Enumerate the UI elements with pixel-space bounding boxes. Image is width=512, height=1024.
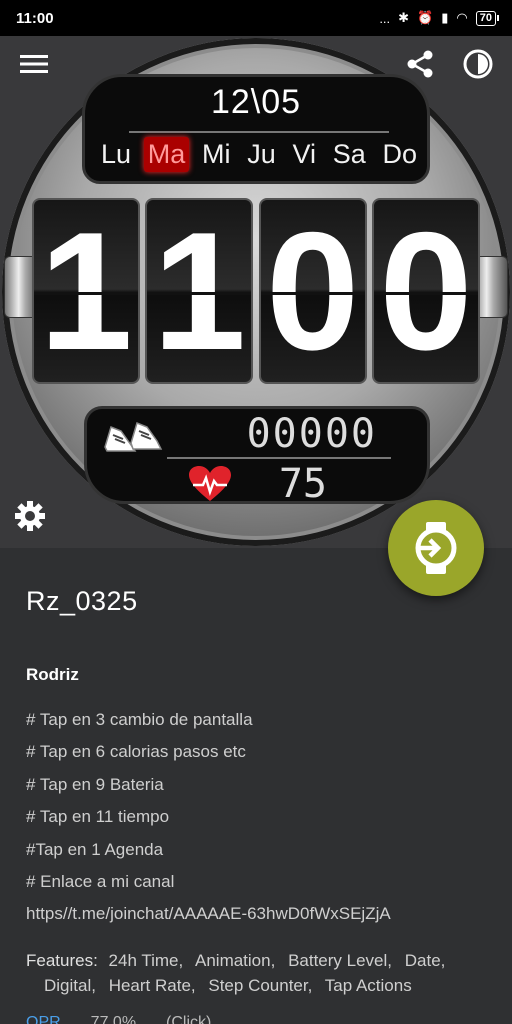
share-icon xyxy=(407,50,433,78)
weekday-row: Lu Ma Mi Ju Vi Sa Do xyxy=(97,137,421,172)
channel-link[interactable]: https//t.me/joinchat/AAAAAE-63hwD0fWxSEj… xyxy=(26,902,496,934)
feature-tag: Battery Level, xyxy=(288,951,393,970)
weekday-sa: Sa xyxy=(332,139,366,169)
weekday-ju: Ju xyxy=(247,139,276,169)
digit-text: 0 xyxy=(379,197,473,385)
status-bar: 11:00 ... ✱ ⏰ ▮ ◠ 70 xyxy=(0,0,512,36)
description-line: # Tap en 6 calorias pasos etc xyxy=(26,742,246,762)
status-time: 11:00 xyxy=(16,9,54,27)
send-to-watch-button[interactable] xyxy=(388,500,484,596)
signal-icon: ▮ xyxy=(441,10,449,25)
minute-tens-digit: 0 xyxy=(258,197,367,385)
minute-ones-digit: 0 xyxy=(371,197,480,385)
weekday-vi: Vi xyxy=(292,139,316,169)
bluetooth-icon: ✱ xyxy=(398,10,410,25)
stats-panel: 00000 75 xyxy=(84,406,430,507)
flip-split xyxy=(147,292,252,295)
settings-button[interactable] xyxy=(12,498,48,534)
heart-rate-value: 75 xyxy=(278,461,327,507)
info-click[interactable]: (Click) xyxy=(166,1014,211,1024)
info-link[interactable]: QPR xyxy=(26,1014,61,1024)
info-row: QPR 77.0% (Click) xyxy=(26,1014,496,1024)
flip-clock: 1 1 0 0 xyxy=(32,198,480,384)
flip-split xyxy=(373,292,478,295)
sneakers-icon xyxy=(104,421,163,452)
features-label: Features: xyxy=(26,951,98,970)
hour-ones-digit: 1 xyxy=(145,197,254,385)
description-line: #Tap en 1 Agenda xyxy=(26,839,164,859)
digit-text: 1 xyxy=(39,197,133,385)
weekday-ma: Ma xyxy=(143,137,190,172)
step-count: 00000 xyxy=(246,411,377,457)
flip-split xyxy=(34,292,138,295)
theme-toggle-button[interactable] xyxy=(460,46,496,82)
watch-sync-icon xyxy=(415,522,457,574)
feature-tag: Animation, xyxy=(195,951,276,970)
hour-tens-digit: 1 xyxy=(32,198,140,384)
alarm-icon: ⏰ xyxy=(417,10,434,25)
description: # Tap en 3 cambio de pantalla # Tap en 6… xyxy=(26,708,496,935)
feature-tag: Tap Actions xyxy=(324,976,412,995)
feature-tag: Step Counter, xyxy=(208,976,313,995)
battery-indicator: 70 xyxy=(475,10,500,26)
share-button[interactable] xyxy=(402,46,438,82)
description-line: # Tap en 3 cambio de pantalla xyxy=(26,710,253,729)
description-line: # Enlace a mi canal xyxy=(26,871,175,891)
description-line: # Tap en 11 tiempo xyxy=(26,807,170,827)
info-value: 77.0% xyxy=(90,1014,137,1024)
status-icons: ... ✱ ⏰ ▮ ◠ 70 xyxy=(379,10,500,26)
feature-tag: Heart Rate, xyxy=(108,976,196,995)
feature-tag: Digital, xyxy=(44,976,96,995)
date-text: 12\05 xyxy=(210,83,302,121)
watch-face: 12\05 Lu Ma Mi Ju Vi Sa Do 1 1 0 0 00000… xyxy=(2,38,510,546)
hamburger-menu-icon xyxy=(20,55,48,73)
weekday-do: Do xyxy=(382,139,417,169)
feature-tag: Date, xyxy=(404,951,446,970)
digit-text: 0 xyxy=(265,197,360,385)
notification-dots: ... xyxy=(379,10,391,26)
menu-button[interactable] xyxy=(16,46,52,82)
date-panel: 12\05 Lu Ma Mi Ju Vi Sa Do xyxy=(82,74,430,184)
date-divider xyxy=(129,131,389,133)
theme-toggle-icon xyxy=(463,49,493,79)
features-list: Features: 24h Time, Animation, Battery L… xyxy=(26,948,496,998)
digit-text: 1 xyxy=(152,197,247,385)
author-name[interactable]: Rodriz xyxy=(26,665,79,685)
flip-split xyxy=(260,292,365,295)
stats-divider xyxy=(167,457,391,459)
heart-rate-icon xyxy=(189,466,231,501)
gear-icon xyxy=(15,501,45,531)
description-line: # Tap en 9 Bateria xyxy=(26,774,164,794)
watch-preview: 12\05 Lu Ma Mi Ju Vi Sa Do 1 1 0 0 00000… xyxy=(0,36,512,548)
wifi-icon: ◠ xyxy=(456,10,468,25)
weekday-lu: Lu xyxy=(101,139,132,169)
feature-tag: 24h Time, xyxy=(108,951,184,970)
weekday-mi: Mi xyxy=(202,139,231,169)
watchface-title: Rz_0325 xyxy=(26,586,138,616)
